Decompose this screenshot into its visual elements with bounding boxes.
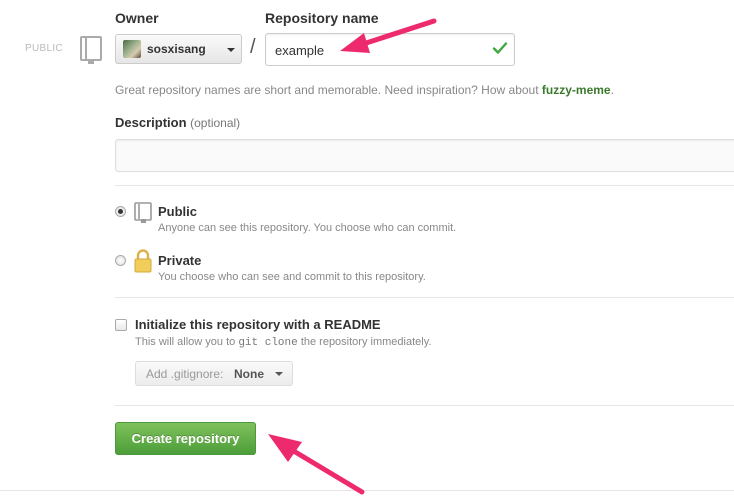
owner-name: sosxisang bbox=[147, 42, 206, 56]
public-radio[interactable] bbox=[115, 206, 126, 217]
name-hint: Great repository names are short and mem… bbox=[115, 83, 614, 97]
private-radio[interactable] bbox=[115, 255, 126, 266]
readme-checkbox[interactable] bbox=[115, 319, 127, 331]
avatar bbox=[123, 40, 141, 58]
readme-desc-suffix: the repository immediately. bbox=[300, 336, 432, 348]
readme-desc-prefix: This will allow you to bbox=[135, 336, 236, 348]
description-label: Description bbox=[115, 115, 187, 130]
check-icon bbox=[492, 42, 508, 54]
lock-icon bbox=[134, 249, 152, 273]
name-suggestion-link[interactable]: fuzzy-meme bbox=[542, 83, 611, 97]
repository-book-icon bbox=[80, 36, 102, 64]
gitignore-value: None bbox=[234, 367, 264, 381]
divider bbox=[0, 490, 734, 491]
description-label-row: Description (optional) bbox=[115, 115, 240, 130]
repository-name-value: example bbox=[275, 43, 325, 58]
description-optional: (optional) bbox=[190, 116, 241, 130]
private-description: You choose who can see and commit to thi… bbox=[158, 271, 426, 283]
description-input[interactable] bbox=[115, 139, 734, 172]
public-description: Anyone can see this repository. You choo… bbox=[158, 222, 457, 234]
readme-label: Initialize this repository with a README bbox=[135, 317, 381, 332]
name-hint-text: Great repository names are short and mem… bbox=[115, 83, 539, 97]
chevron-down-icon bbox=[227, 48, 235, 52]
repository-name-label: Repository name bbox=[265, 10, 379, 26]
visibility-tag: PUBLIC bbox=[25, 43, 63, 54]
owner-select[interactable]: sosxisang bbox=[115, 34, 242, 64]
divider bbox=[115, 405, 734, 406]
divider bbox=[115, 297, 734, 298]
owner-repo-separator: / bbox=[250, 36, 256, 58]
divider bbox=[115, 185, 734, 186]
private-title: Private bbox=[158, 253, 202, 268]
gitignore-label: Add .gitignore: bbox=[146, 367, 224, 381]
create-repository-button[interactable]: Create repository bbox=[115, 422, 256, 455]
owner-label: Owner bbox=[115, 10, 159, 26]
readme-description: This will allow you to git clone the rep… bbox=[135, 336, 431, 349]
repository-icon bbox=[134, 202, 152, 223]
annotation-arrow-icon bbox=[268, 434, 365, 495]
repository-name-input[interactable]: example bbox=[265, 33, 515, 66]
public-title: Public bbox=[158, 204, 198, 219]
readme-desc-code: git clone bbox=[238, 337, 298, 349]
chevron-down-icon bbox=[275, 372, 283, 376]
name-hint-suffix: . bbox=[610, 83, 614, 97]
gitignore-select[interactable]: Add .gitignore: None bbox=[135, 361, 293, 386]
